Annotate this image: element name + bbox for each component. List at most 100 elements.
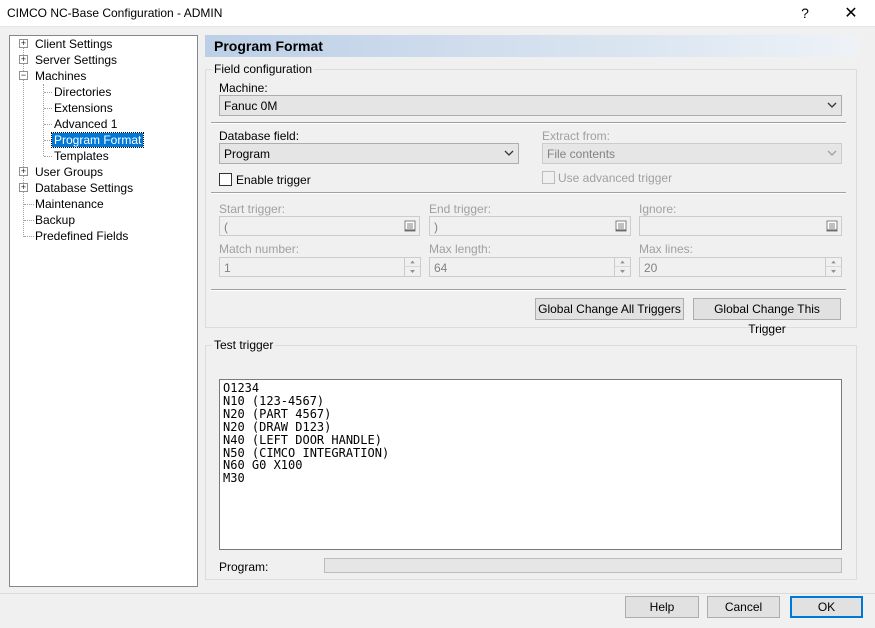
help-button[interactable]: Help <box>625 596 699 618</box>
tree-item-label: Program Format <box>50 132 145 148</box>
program-result-field <box>324 558 842 573</box>
ok-button[interactable]: OK <box>790 596 863 618</box>
settings-tree[interactable]: + Client Settings + Server Settings − Ma… <box>9 35 198 587</box>
tree-item-label: Directories <box>54 85 112 99</box>
spinner-buttons <box>614 258 630 276</box>
group-title: Test trigger <box>212 338 276 352</box>
page-title: Program Format <box>214 38 323 54</box>
max-lines-value: 20 <box>644 261 658 275</box>
spinner-buttons <box>825 258 841 276</box>
test-trigger-textarea[interactable]: O1234 N10 (123-4567) N20 (PART 4567) N20… <box>219 379 842 550</box>
extract-from-value: File contents <box>547 147 616 161</box>
close-icon[interactable]: ✕ <box>831 0 871 27</box>
spin-down-icon[interactable] <box>405 267 420 276</box>
spin-down-icon[interactable] <box>826 267 841 276</box>
tree-item-predefined-fields[interactable]: Predefined Fields <box>33 228 130 244</box>
title-bar: CIMCO NC-Base Configuration - ADMIN ? ✕ <box>0 0 875 27</box>
tree-item-label: Server Settings <box>35 53 118 67</box>
tree-item-directories[interactable]: Directories <box>52 84 113 100</box>
extract-from-label: Extract from: <box>542 129 611 143</box>
spin-up-icon[interactable] <box>405 258 420 267</box>
ignore-label: Ignore: <box>639 202 677 216</box>
tree-connector <box>44 156 52 157</box>
tree-item-label: Database Settings <box>35 181 134 195</box>
notepad-icon[interactable] <box>614 219 628 233</box>
code-line: N40 (LEFT DOOR HANDLE) <box>223 432 382 447</box>
expand-icon[interactable]: + <box>19 39 28 48</box>
chevron-down-icon <box>827 102 837 108</box>
tree-item-templates[interactable]: Templates <box>52 148 111 164</box>
max-lines-label: Max lines: <box>639 242 694 256</box>
spin-down-icon[interactable] <box>615 267 630 276</box>
enable-trigger-checkbox[interactable] <box>219 173 232 186</box>
expand-icon[interactable]: + <box>19 167 28 176</box>
machine-value: Fanuc 0M <box>224 99 278 113</box>
expand-icon[interactable]: + <box>19 55 28 64</box>
collapse-icon[interactable]: − <box>19 71 28 80</box>
code-line: N50 (CIMCO INTEGRATION) <box>223 445 390 460</box>
tree-connector <box>44 92 52 93</box>
max-length-spinner[interactable]: 64 <box>429 257 631 277</box>
tree-connector <box>43 84 44 156</box>
chevron-down-icon <box>827 150 837 156</box>
machine-label: Machine: <box>219 81 268 95</box>
ignore-field[interactable] <box>639 216 842 236</box>
database-field-select[interactable]: Program <box>219 143 519 164</box>
notepad-icon[interactable] <box>403 219 417 233</box>
tree-item-label: Extensions <box>54 101 113 115</box>
database-field-label: Database field: <box>219 129 300 143</box>
spinner-buttons <box>404 258 420 276</box>
max-length-label: Max length: <box>429 242 492 256</box>
end-trigger-field[interactable]: ) <box>429 216 631 236</box>
code-line: M30 <box>223 471 245 486</box>
divider <box>211 192 846 194</box>
tree-item-label: Client Settings <box>35 37 113 51</box>
tree-item-maintenance[interactable]: Maintenance <box>33 196 106 212</box>
code-line: N20 (PART 4567) <box>223 406 332 421</box>
tree-item-label: Advanced 1 <box>54 117 118 131</box>
machine-select[interactable]: Fanuc 0M <box>219 95 842 116</box>
tree-item-label: Machines <box>35 69 87 83</box>
help-icon[interactable]: ? <box>785 0 825 27</box>
chevron-down-icon <box>504 150 514 156</box>
start-trigger-label: Start trigger: <box>219 202 286 216</box>
spin-up-icon[interactable] <box>615 258 630 267</box>
tree-item-label: Backup <box>35 213 76 227</box>
notepad-icon[interactable] <box>825 219 839 233</box>
page-header: Program Format <box>205 35 858 57</box>
cancel-button[interactable]: Cancel <box>707 596 780 618</box>
program-result-label: Program: <box>219 560 269 574</box>
footer-divider <box>0 593 875 594</box>
code-line: N20 (DRAW D123) <box>223 419 332 434</box>
start-trigger-value: ( <box>224 220 228 234</box>
tree-connector <box>44 124 52 125</box>
start-trigger-field[interactable]: ( <box>219 216 420 236</box>
tree-item-backup[interactable]: Backup <box>33 212 77 228</box>
divider <box>211 122 846 124</box>
window-title: CIMCO NC-Base Configuration - ADMIN <box>7 6 223 20</box>
global-change-all-triggers-button[interactable]: Global Change All Triggers <box>535 298 684 320</box>
enable-trigger-label[interactable]: Enable trigger <box>236 173 311 187</box>
code-line: N10 (123-4567) <box>223 393 325 408</box>
tree-item-label: Templates <box>54 149 109 163</box>
tree-connector <box>44 140 52 141</box>
match-number-value: 1 <box>224 261 231 275</box>
divider <box>211 289 846 291</box>
max-lines-spinner[interactable]: 20 <box>639 257 842 277</box>
end-trigger-value: ) <box>434 220 438 234</box>
match-number-spinner[interactable]: 1 <box>219 257 421 277</box>
use-advanced-trigger-label[interactable]: Use advanced trigger <box>558 171 672 185</box>
extract-from-select[interactable]: File contents <box>542 143 842 164</box>
use-advanced-trigger-checkbox[interactable] <box>542 171 555 184</box>
tree-item-label: Predefined Fields <box>35 229 129 243</box>
tree-item-advanced-1[interactable]: Advanced 1 <box>52 116 119 132</box>
expand-icon[interactable]: + <box>19 183 28 192</box>
max-length-value: 64 <box>434 261 448 275</box>
global-change-this-trigger-button[interactable]: Global Change This Trigger <box>693 298 841 336</box>
code-line: O1234 <box>223 381 260 395</box>
tree-item-program-format[interactable]: Program Format <box>50 132 145 148</box>
spin-up-icon[interactable] <box>826 258 841 267</box>
code-line: N60 G0 X100 <box>223 458 303 473</box>
tree-item-extensions[interactable]: Extensions <box>52 100 115 116</box>
database-field-value: Program <box>224 147 271 161</box>
